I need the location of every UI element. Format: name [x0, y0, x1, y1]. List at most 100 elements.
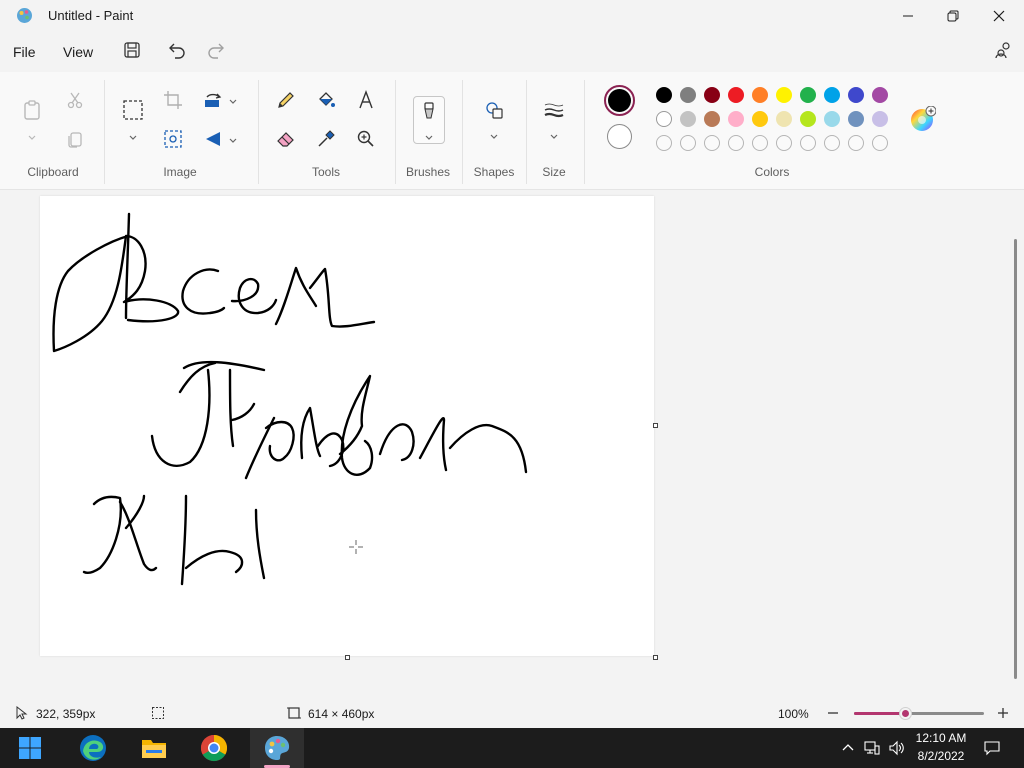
fill-bucket-icon[interactable] [314, 88, 338, 112]
text-tool-icon[interactable] [354, 88, 378, 112]
cut-icon[interactable] [63, 88, 87, 112]
select-icon[interactable] [121, 98, 145, 122]
custom-color-slot[interactable] [728, 135, 744, 151]
edge-icon[interactable] [77, 732, 109, 764]
brushes-group-label: Brushes [405, 165, 451, 179]
clock-time[interactable]: 12:10 AM [910, 731, 972, 745]
crop-icon[interactable] [161, 88, 185, 112]
copy-icon[interactable] [63, 127, 87, 151]
redo-icon[interactable] [207, 41, 225, 59]
drawing-canvas[interactable] [40, 196, 654, 656]
color-swatch[interactable] [680, 87, 696, 103]
rotate-chevron-down-icon[interactable] [228, 95, 238, 105]
brushes-button[interactable] [413, 96, 445, 144]
shapes-icon[interactable] [482, 98, 506, 122]
close-button[interactable] [976, 0, 1022, 32]
edit-colors-icon[interactable] [910, 106, 936, 132]
color-picker-icon[interactable] [314, 127, 338, 151]
maximize-button[interactable] [930, 0, 976, 32]
pencil-icon[interactable] [274, 88, 298, 112]
file-explorer-icon[interactable] [138, 732, 170, 764]
vertical-scrollbar[interactable] [1013, 191, 1019, 696]
select-chevron-down-icon[interactable] [128, 131, 138, 141]
color-swatch[interactable] [752, 111, 768, 127]
color-swatch[interactable] [800, 87, 816, 103]
resize-handle-right[interactable] [653, 423, 658, 428]
color-swatch[interactable] [656, 111, 672, 127]
flip-icon[interactable] [201, 127, 225, 151]
flip-chevron-down-icon[interactable] [228, 134, 238, 144]
zoom-slider-track[interactable] [854, 712, 984, 715]
color-swatch[interactable] [680, 111, 696, 127]
paste-icon[interactable] [20, 98, 44, 122]
custom-color-slot[interactable] [680, 135, 696, 151]
network-icon[interactable] [864, 740, 880, 756]
color-swatch[interactable] [824, 111, 840, 127]
resize-handle-corner[interactable] [653, 655, 658, 660]
custom-color-slot[interactable] [824, 135, 840, 151]
colors-group-label: Colors [754, 165, 790, 179]
zoom-out-icon[interactable] [826, 706, 840, 720]
shapes-chevron-down-icon[interactable] [489, 130, 499, 140]
clipboard-group-label: Clipboard [27, 165, 79, 179]
notifications-icon[interactable] [984, 740, 1000, 756]
color-swatch[interactable] [728, 87, 744, 103]
tools-group-label: Tools [311, 165, 340, 179]
paste-chevron-down-icon[interactable] [27, 131, 37, 141]
custom-color-slot[interactable] [656, 135, 672, 151]
scrollbar-thumb[interactable] [1014, 239, 1017, 679]
menu-view[interactable]: View [63, 44, 93, 60]
color-swatch[interactable] [872, 87, 888, 103]
handwriting-drawing [52, 212, 528, 586]
color-swatch[interactable] [800, 111, 816, 127]
ribbon-separator [258, 80, 259, 184]
volume-icon[interactable] [888, 740, 904, 756]
chevron-up-icon[interactable] [840, 740, 856, 756]
title-bar: Untitled - Paint [0, 0, 1024, 32]
size-chevron-down-icon[interactable] [549, 130, 559, 140]
zoom-in-icon[interactable] [996, 706, 1010, 720]
secondary-color[interactable] [607, 124, 632, 149]
paint-icon[interactable] [261, 732, 293, 764]
ribbon-separator [462, 80, 463, 184]
color-swatch[interactable] [728, 111, 744, 127]
resize-handle-bottom[interactable] [345, 655, 350, 660]
custom-color-slot[interactable] [776, 135, 792, 151]
primary-color-ring[interactable] [604, 85, 635, 116]
shapes-group-label: Shapes [473, 165, 515, 179]
color-swatch[interactable] [848, 87, 864, 103]
brushes-chevron-down-icon [424, 131, 434, 141]
custom-color-slot[interactable] [872, 135, 888, 151]
color-swatch[interactable] [872, 111, 888, 127]
custom-color-slot[interactable] [752, 135, 768, 151]
start-icon[interactable] [14, 732, 46, 764]
menu-file[interactable]: File [13, 44, 36, 60]
custom-color-slot[interactable] [800, 135, 816, 151]
color-swatch[interactable] [752, 87, 768, 103]
color-swatch[interactable] [776, 111, 792, 127]
rotate-icon[interactable] [201, 88, 225, 112]
zoom-slider-thumb[interactable] [900, 708, 911, 719]
share-icon[interactable] [995, 41, 1013, 59]
zoom-level[interactable]: 100% [778, 707, 809, 721]
stroke-size-icon[interactable] [542, 98, 566, 122]
save-icon[interactable] [123, 41, 141, 59]
color-swatch[interactable] [656, 87, 672, 103]
chrome-icon[interactable] [198, 732, 230, 764]
color-swatch[interactable] [704, 111, 720, 127]
undo-icon[interactable] [168, 41, 186, 59]
eraser-icon[interactable] [274, 127, 298, 151]
color-swatch[interactable] [824, 87, 840, 103]
color-swatch[interactable] [776, 87, 792, 103]
custom-color-slot[interactable] [848, 135, 864, 151]
magnifier-icon[interactable] [354, 127, 378, 151]
menu-bar: File View [0, 34, 1024, 70]
custom-color-slot[interactable] [704, 135, 720, 151]
minimize-button[interactable] [885, 0, 931, 32]
ribbon-separator [395, 80, 396, 184]
clock-date[interactable]: 8/2/2022 [910, 749, 972, 763]
image-select-icon[interactable] [161, 127, 185, 151]
color-swatch[interactable] [704, 87, 720, 103]
color-swatch[interactable] [848, 111, 864, 127]
ribbon-separator [526, 80, 527, 184]
